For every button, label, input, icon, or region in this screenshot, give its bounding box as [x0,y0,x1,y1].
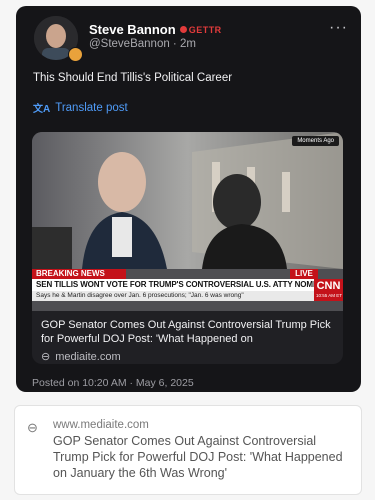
link-preview-card[interactable]: Moments Ago BREAKING NEWS LIVE SEN TILLI… [32,132,343,364]
author-name-text: Steve Bannon [89,22,176,37]
gettr-dot-icon [179,26,187,33]
url-preview-card[interactable]: ⊖ www.mediaite.com GOP Senator Comes Out… [14,405,362,495]
verified-badge-icon [68,47,83,62]
gettr-logo: GETTR [179,24,222,35]
link-domain-row[interactable]: ⊖ mediaite.com [41,350,121,364]
preview-domain[interactable]: www.mediaite.com [53,419,149,431]
link-domain: mediaite.com [55,350,121,363]
chyron-subline: Says he & Martin disagree over Jan. 6 pr… [32,291,314,301]
author-name[interactable]: Steve Bannon GETTR [89,22,222,37]
news-thumbnail: Moments Ago BREAKING NEWS LIVE SEN TILLI… [32,132,343,311]
posted-timestamp: Posted on 10:20 AM · May 6, 2025 [32,377,194,389]
live-badge: LIVE [290,269,318,279]
translate-post-button[interactable]: 文A Translate post [33,100,128,116]
cnn-logo-text: CNN [316,280,341,292]
more-options-icon[interactable]: ··· [329,19,348,37]
gettr-logo-text: GETTR [188,24,222,35]
post-time-ago: 2m [179,38,196,50]
chyron-timestamp: 10:55 AM ET [315,293,342,298]
post-text: This Should End Tillis's Political Caree… [33,72,233,84]
handle-line[interactable]: @SteveBannon · 2m [89,38,196,50]
post-card: Steve Bannon GETTR @SteveBannon · 2m ···… [16,6,361,392]
link-icon: ⊖ [41,351,51,363]
moments-ago-badge: Moments Ago [292,136,339,146]
author-handle: @SteveBannon [89,38,170,50]
breaking-news-label: BREAKING NEWS [32,269,126,279]
chyron-headline: SEN TILLIS WONT VOTE FOR TRUMP'S CONTROV… [32,279,314,291]
link-icon: ⊖ [27,420,38,435]
link-title[interactable]: GOP Senator Comes Out Against Controvers… [41,318,336,346]
translate-icon: 文A [33,104,51,115]
translate-post-label: Translate post [55,101,128,114]
preview-title[interactable]: GOP Senator Comes Out Against Controvers… [53,433,351,481]
